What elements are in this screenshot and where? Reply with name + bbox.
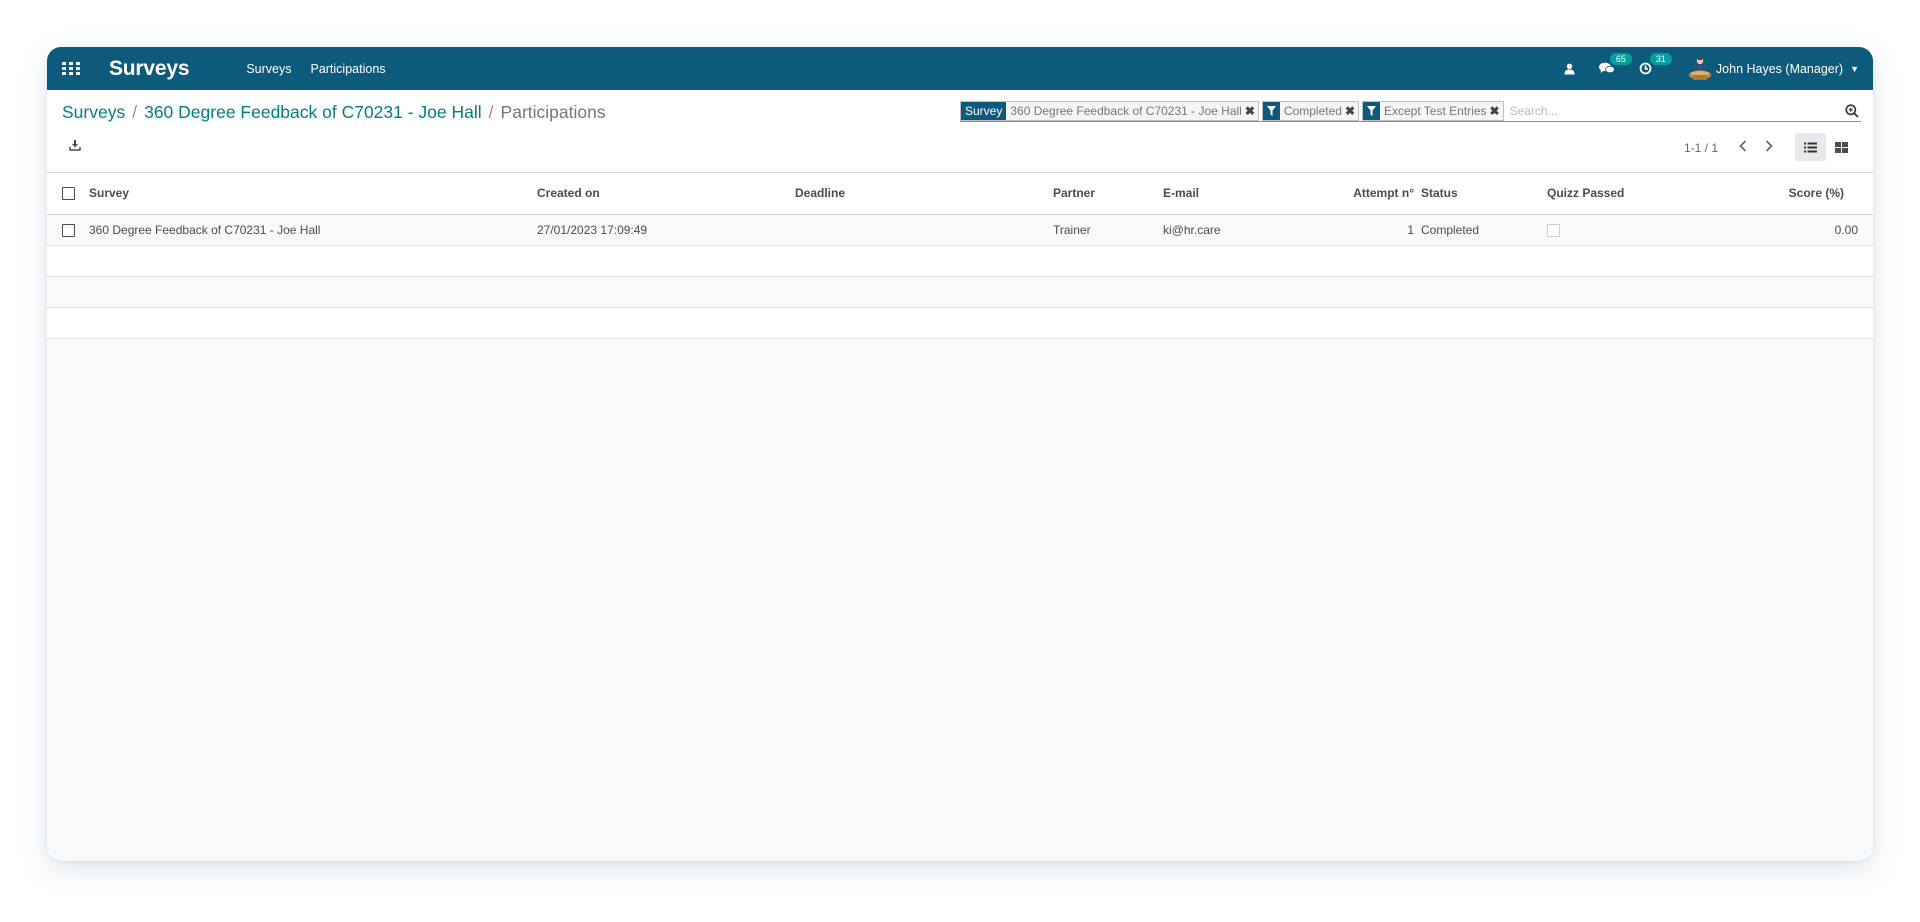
list-view-icon[interactable] [1795, 133, 1826, 161]
column-header-quizz-passed[interactable]: Quizz Passed [1547, 173, 1767, 215]
column-header-created-on[interactable]: Created on [537, 173, 795, 215]
apps-menu-icon[interactable] [62, 61, 80, 76]
empty-row [47, 276, 1873, 308]
pager-value[interactable]: 1-1 / 1 [1684, 141, 1718, 155]
download-icon[interactable] [69, 138, 83, 152]
cell-deadline [795, 214, 1053, 246]
app-window: Surveys Surveys Participations 65 31 Joh… [47, 47, 1873, 861]
view-switcher [1795, 133, 1857, 161]
close-icon[interactable]: ✖ [1489, 101, 1503, 120]
breadcrumb: Surveys / 360 Degree Feedback of C70231 … [62, 102, 606, 123]
search-input[interactable] [1506, 103, 1843, 118]
user-name: John Hayes (Manager) [1715, 61, 1844, 76]
cell-email: ki@hr.care [1163, 214, 1311, 246]
avatar [1688, 56, 1712, 82]
quizz-passed-checkbox [1547, 223, 1560, 237]
cell-created-on: 27/01/2023 17:09:49 [537, 214, 795, 246]
table-header: Survey Created on Deadline Partner E-mai… [47, 173, 1873, 215]
messages-badge: 65 [1609, 53, 1632, 65]
top-navbar: Surveys Surveys Participations 65 31 Joh… [47, 47, 1873, 90]
column-header-attempt[interactable]: Attempt n° [1311, 173, 1421, 215]
table-row[interactable]: 360 Degree Feedback of C70231 - Joe Hall… [47, 214, 1873, 246]
main-menu: Surveys Participations [246, 62, 385, 76]
search-facet-except-test: Except Test Entries ✖ [1362, 100, 1504, 121]
filter-icon [1363, 101, 1380, 120]
row-checkbox[interactable] [62, 223, 75, 237]
facet-value: 360 Degree Feedback of C70231 - Joe Hall [1006, 101, 1245, 120]
column-header-status[interactable]: Status [1421, 173, 1547, 215]
facet-value: Except Test Entries [1380, 101, 1490, 120]
pager-nav [1737, 138, 1775, 154]
close-icon[interactable]: ✖ [1344, 101, 1358, 120]
breadcrumb-survey-name[interactable]: 360 Degree Feedback of C70231 - Joe Hall [144, 102, 482, 123]
clock-icon [1639, 62, 1652, 75]
breadcrumb-current: Participations [500, 102, 606, 122]
cell-survey: 360 Degree Feedback of C70231 - Joe Hall [89, 214, 537, 246]
kanban-view-icon[interactable] [1826, 133, 1857, 161]
user-menu[interactable]: John Hayes (Manager) ▼ [1688, 56, 1859, 82]
menu-item-participations[interactable]: Participations [310, 62, 385, 76]
user-switch-icon[interactable] [1564, 63, 1575, 75]
select-all-cell [47, 173, 89, 215]
column-header-survey[interactable]: Survey [89, 173, 537, 215]
cell-score: 0.00 [1767, 214, 1873, 246]
breadcrumb-separator: / [488, 102, 494, 122]
participations-table: Survey Created on Deadline Partner E-mai… [47, 173, 1873, 339]
cell-quizz-passed [1547, 214, 1767, 246]
chevron-right-icon[interactable] [1763, 138, 1775, 154]
breadcrumb-separator: / [132, 102, 138, 122]
select-all-checkbox[interactable] [62, 187, 75, 201]
filter-icon [1262, 101, 1280, 120]
facet-label: Survey [961, 101, 1007, 120]
control-panel: Surveys / 360 Degree Feedback of C70231 … [47, 90, 1873, 173]
close-icon[interactable]: ✖ [1244, 101, 1258, 120]
search-facet-survey: Survey 360 Degree Feedback of C70231 - J… [960, 100, 1259, 121]
empty-row [47, 307, 1873, 339]
app-brand[interactable]: Surveys [109, 57, 190, 81]
cell-attempt: 1 [1311, 214, 1421, 246]
facet-value: Completed [1279, 101, 1345, 120]
messaging-menu[interactable]: 65 [1598, 53, 1632, 75]
activities-badge: 31 [1649, 53, 1672, 65]
breadcrumb-surveys[interactable]: Surveys [62, 102, 125, 123]
column-header-partner[interactable]: Partner [1053, 173, 1163, 215]
cell-status: Completed [1421, 214, 1547, 246]
menu-item-surveys[interactable]: Surveys [246, 62, 291, 76]
search-facet-completed: Completed ✖ [1261, 100, 1359, 121]
activity-menu[interactable]: 31 [1639, 53, 1672, 75]
cell-partner: Trainer [1053, 214, 1163, 246]
search-options-icon[interactable] [1843, 102, 1861, 120]
systray: 65 31 John Hayes (Manager) ▼ [1540, 47, 1859, 90]
search-bar: Survey 360 Degree Feedback of C70231 - J… [960, 100, 1861, 122]
column-header-score[interactable]: Score (%) [1767, 173, 1873, 215]
empty-row [47, 245, 1873, 277]
column-header-email[interactable]: E-mail [1163, 173, 1311, 215]
row-select-cell [47, 214, 89, 246]
chevron-down-icon: ▼ [1850, 63, 1859, 74]
chevron-left-icon[interactable] [1737, 138, 1749, 154]
column-header-deadline[interactable]: Deadline [795, 173, 1053, 215]
